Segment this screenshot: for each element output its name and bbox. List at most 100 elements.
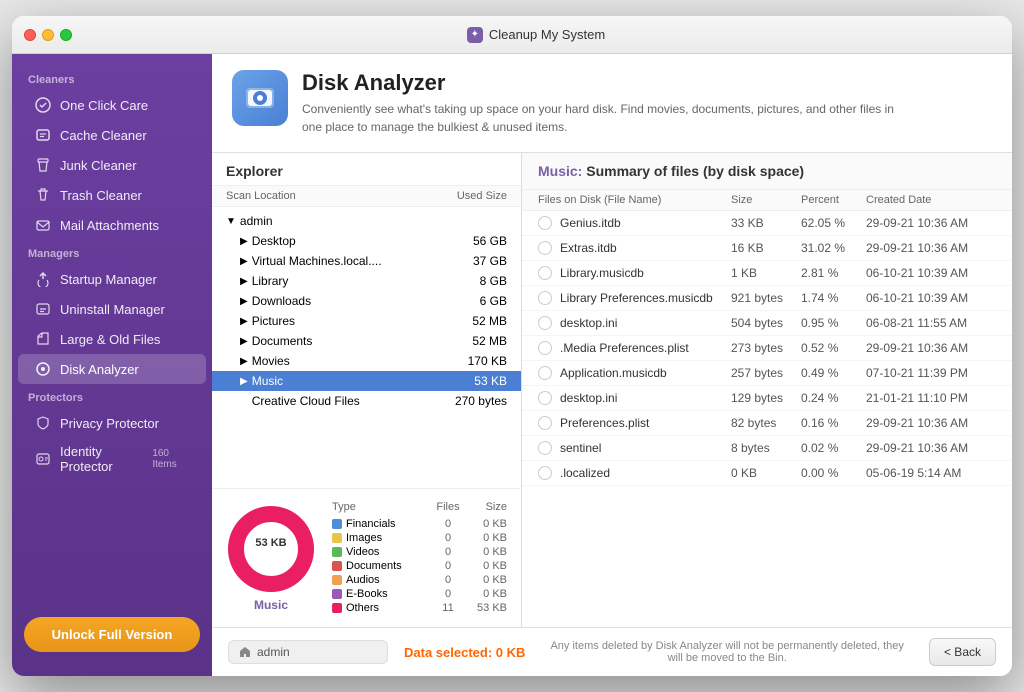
- file-circle: [538, 441, 552, 455]
- details-row[interactable]: Extras.itdb 16 KB 31.02 % 29-09-21 10:36…: [522, 236, 1012, 261]
- legend-header: Type Files Size: [332, 501, 507, 513]
- file-date: 21-01-21 11:10 PM: [866, 391, 996, 405]
- details-row[interactable]: desktop.ini 504 bytes 0.95 % 06-08-21 11…: [522, 311, 1012, 336]
- explorer-header: Scan Location Used Size: [212, 186, 521, 207]
- details-title-plain: Summary of files (by disk space): [586, 163, 804, 179]
- junk-cleaner-label: Junk Cleaner: [60, 158, 137, 173]
- tree-item-pictures[interactable]: ▶ Pictures 52 MB: [212, 311, 521, 331]
- app-header-text: Disk Analyzer Conveniently see what's ta…: [302, 70, 902, 136]
- file-name: Application.musicdb: [560, 366, 731, 380]
- others-size: 53 KB: [467, 602, 507, 614]
- col-used-size: Used Size: [437, 190, 507, 202]
- file-size: 273 bytes: [731, 341, 801, 355]
- tree-item-documents[interactable]: ▶ Documents 52 MB: [212, 331, 521, 351]
- sidebar-item-trash-cleaner[interactable]: Trash Cleaner: [18, 180, 206, 210]
- details-row[interactable]: sentinel 8 bytes 0.02 % 29-09-21 10:36 A…: [522, 436, 1012, 461]
- sidebar-item-privacy-protector[interactable]: Privacy Protector: [18, 408, 206, 438]
- tree-item-library[interactable]: ▶ Library 8 GB: [212, 271, 521, 291]
- file-percent: 0.95 %: [801, 316, 866, 330]
- bottom-info-text: Any items deleted by Disk Analyzer will …: [541, 640, 913, 664]
- donut-chart: 53 KB: [226, 504, 316, 594]
- file-name: Library Preferences.musicdb: [560, 291, 731, 305]
- tree-item-downloads[interactable]: ▶ Downloads 6 GB: [212, 291, 521, 311]
- file-percent: 62.05 %: [801, 216, 866, 230]
- close-button[interactable]: [24, 29, 36, 41]
- details-row[interactable]: Application.musicdb 257 bytes 0.49 % 07-…: [522, 361, 1012, 386]
- sidebar-item-startup-manager[interactable]: Startup Manager: [18, 264, 206, 294]
- documents-size: 0 KB: [467, 560, 507, 572]
- details-row[interactable]: desktop.ini 129 bytes 0.24 % 21-01-21 11…: [522, 386, 1012, 411]
- file-percent: 0.16 %: [801, 416, 866, 430]
- sidebar-item-disk-analyzer[interactable]: Disk Analyzer: [18, 354, 206, 384]
- content-area: Disk Analyzer Conveniently see what's ta…: [212, 54, 1012, 676]
- tree-item-vms[interactable]: ▶ Virtual Machines.local.... 37 GB: [212, 251, 521, 271]
- sidebar-item-cache-cleaner[interactable]: Cache Cleaner: [18, 120, 206, 150]
- tree-item-creative-cloud[interactable]: ▶ Creative Cloud Files 270 bytes: [212, 391, 521, 411]
- minimize-button[interactable]: [42, 29, 54, 41]
- sidebar-item-large-old-files[interactable]: Large & Old Files: [18, 324, 206, 354]
- pictures-arrow: ▶: [240, 316, 248, 327]
- ebooks-color: [332, 589, 342, 599]
- legend-files-header: Files: [433, 501, 463, 513]
- uninstall-manager-label: Uninstall Manager: [60, 302, 165, 317]
- breadcrumb[interactable]: admin: [228, 640, 388, 664]
- desktop-arrow: ▶: [240, 236, 248, 247]
- file-size: 16 KB: [731, 241, 801, 255]
- tree-documents-size: 52 MB: [437, 334, 507, 348]
- sidebar-item-mail-attachments[interactable]: Mail Attachments: [18, 210, 206, 240]
- file-percent: 0.02 %: [801, 441, 866, 455]
- col-size: Size: [731, 194, 801, 206]
- details-row[interactable]: Library.musicdb 1 KB 2.81 % 06-10-21 10:…: [522, 261, 1012, 286]
- app-title-icon: ✦: [467, 27, 483, 43]
- others-type: Others: [346, 602, 429, 614]
- tree-item-movies[interactable]: ▶ Movies 170 KB: [212, 351, 521, 371]
- file-name: Genius.itdb: [560, 216, 731, 230]
- details-row[interactable]: Library Preferences.musicdb 921 bytes 1.…: [522, 286, 1012, 311]
- images-type: Images: [346, 532, 429, 544]
- app-header: Disk Analyzer Conveniently see what's ta…: [212, 54, 1012, 153]
- unlock-full-version-button[interactable]: Unlock Full Version: [24, 617, 200, 652]
- chart-area: 53 KB Music Type Files Size: [212, 488, 521, 627]
- ebooks-size: 0 KB: [467, 588, 507, 600]
- col-date: Created Date: [866, 194, 996, 206]
- tree-library-label: Library: [252, 274, 437, 288]
- tree-music-label: Music: [252, 374, 437, 388]
- sidebar-item-uninstall-manager[interactable]: Uninstall Manager: [18, 294, 206, 324]
- sidebar-item-junk-cleaner[interactable]: Junk Cleaner: [18, 150, 206, 180]
- details-row[interactable]: Preferences.plist 82 bytes 0.16 % 29-09-…: [522, 411, 1012, 436]
- tree-item-desktop[interactable]: ▶ Desktop 56 GB: [212, 231, 521, 251]
- startup-icon: [34, 270, 52, 288]
- file-size: 82 bytes: [731, 416, 801, 430]
- file-percent: 0.49 %: [801, 366, 866, 380]
- details-row[interactable]: Genius.itdb 33 KB 62.05 % 29-09-21 10:36…: [522, 211, 1012, 236]
- documents-files: 0: [433, 560, 463, 572]
- donut-container: 53 KB Music: [226, 504, 316, 612]
- file-date: 29-09-21 10:36 AM: [866, 441, 996, 455]
- file-size: 504 bytes: [731, 316, 801, 330]
- details-table-header: Files on Disk (File Name) Size Percent C…: [522, 190, 1012, 211]
- vms-arrow: ▶: [240, 256, 248, 267]
- file-circle: [538, 466, 552, 480]
- explorer-details: Explorer Scan Location Used Size ▼ admin…: [212, 153, 1012, 627]
- file-date: 07-10-21 11:39 PM: [866, 366, 996, 380]
- details-row[interactable]: .Media Preferences.plist 273 bytes 0.52 …: [522, 336, 1012, 361]
- disk-analyzer-icon: [232, 70, 288, 126]
- svg-text:53 KB: 53 KB: [255, 537, 286, 549]
- tree-pictures-label: Pictures: [252, 314, 437, 328]
- financials-files: 0: [433, 518, 463, 530]
- legend-row-ebooks: E-Books 0 0 KB: [332, 587, 507, 601]
- sidebar-item-identity-protector[interactable]: Identity Protector 160 Items: [18, 438, 206, 480]
- tree-movies-label: Movies: [252, 354, 437, 368]
- documents-color: [332, 561, 342, 571]
- videos-files: 0: [433, 546, 463, 558]
- mail-icon: [34, 216, 52, 234]
- tree-root[interactable]: ▼ admin: [212, 211, 521, 231]
- sidebar-item-one-click-care[interactable]: One Click Care: [18, 90, 206, 120]
- back-button[interactable]: < Back: [929, 638, 996, 666]
- explorer-title: Explorer: [212, 153, 521, 186]
- file-name: .Media Preferences.plist: [560, 341, 731, 355]
- maximize-button[interactable]: [60, 29, 72, 41]
- junk-icon: [34, 156, 52, 174]
- tree-item-music[interactable]: ▶ Music 53 KB: [212, 371, 521, 391]
- details-row[interactable]: .localized 0 KB 0.00 % 05-06-19 5:14 AM: [522, 461, 1012, 486]
